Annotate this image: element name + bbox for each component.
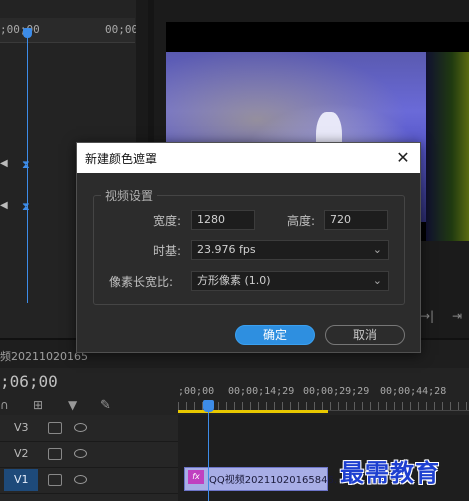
keyframe-icon[interactable]: ⧗ [22,200,30,214]
track-headers: V3 V2 V1 [0,415,178,501]
cancel-button[interactable]: 取消 [325,325,405,345]
marker-icon[interactable]: ▼ [68,398,77,412]
track-header-v3[interactable]: V3 [0,415,178,442]
stage-lights [426,52,469,241]
track-label: V1 [14,473,29,486]
eye-icon[interactable] [74,423,87,432]
pixel-aspect-select[interactable]: 方形像素 (1.0) ⌄ [191,271,389,291]
timebase-label: 时基: [153,244,182,258]
pixel-aspect-label: 像素长宽比: [109,275,174,289]
track-source-target[interactable]: V1 [4,469,38,491]
keyframe-icon[interactable]: ⧗ [22,158,30,172]
snap-icon[interactable]: ∩ [0,398,9,412]
video-clip[interactable]: QQ视频20211020165846. [184,467,337,491]
track-header-v2[interactable]: V2 [0,441,178,468]
track-label: V3 [14,421,29,434]
ruler-end-timecode: 00;00 [105,23,139,36]
ruler-tick-label: 00;00;44;28 [380,386,447,397]
timebase-value: 23.976 fps [197,243,256,256]
video-settings-legend: 视频设置 [101,187,158,204]
close-icon[interactable]: ✕ [393,148,413,168]
keyframe-nav-icon[interactable]: ◀ [0,158,8,169]
track-header-v1[interactable]: V1 [0,467,178,494]
height-label: 高度: [287,214,316,228]
width-field[interactable]: 1280 [191,210,255,230]
sequence-playhead-line [208,400,209,501]
linked-selection-icon[interactable]: ⊞ [33,398,43,412]
chevron-down-icon: ⌄ [372,274,382,287]
fx-badge-icon[interactable]: fx [188,470,204,484]
watermark-logo: 最需教育 [340,458,440,487]
keyframe-nav-icon[interactable]: ◀ [0,200,8,211]
ruler-tick-label: ;00;00 [178,386,215,397]
ok-button[interactable]: 确定 [235,325,315,345]
film-icon[interactable] [48,422,62,434]
ruler-tick-label: 00;00;14;29 [228,386,295,397]
height-field[interactable]: 720 [324,210,388,230]
sequence-current-timecode[interactable]: ;06;00 [0,372,58,391]
dialog-titlebar[interactable]: 新建颜色遮罩 ✕ [77,143,420,173]
width-label: 宽度: [153,214,182,228]
eye-icon[interactable] [74,449,87,458]
sequence-tab[interactable]: 频20211020165 [0,348,88,364]
eye-icon[interactable] [74,475,87,484]
sequence-playhead-handle[interactable] [203,400,214,412]
dialog-title: 新建颜色遮罩 [85,152,158,166]
wrench-icon[interactable]: ✎ [100,398,111,413]
film-icon[interactable] [48,448,62,460]
work-area-bar[interactable] [178,410,328,413]
effect-playhead-handle[interactable] [23,28,32,38]
chevron-down-icon: ⌄ [372,243,382,256]
timebase-select[interactable]: 23.976 fps ⌄ [191,240,389,260]
pixel-aspect-value: 方形像素 (1.0) [197,274,271,287]
ruler-start-timecode: ;00;00 [0,23,40,36]
film-icon[interactable] [48,474,62,486]
ruler-tick-label: 00;00;29;29 [303,386,370,397]
insert-icon[interactable]: →| [420,309,434,323]
clip-label: QQ视频20211020165846. [209,475,337,486]
track-label: V2 [14,447,29,460]
new-color-matte-dialog: 新建颜色遮罩 ✕ 视频设置 宽度: 1280 高度: 720 时基: 23.97… [76,142,421,353]
effect-ruler[interactable]: ;00;00 00;00 [0,18,139,43]
overwrite-icon[interactable]: ⇥ [452,309,462,323]
